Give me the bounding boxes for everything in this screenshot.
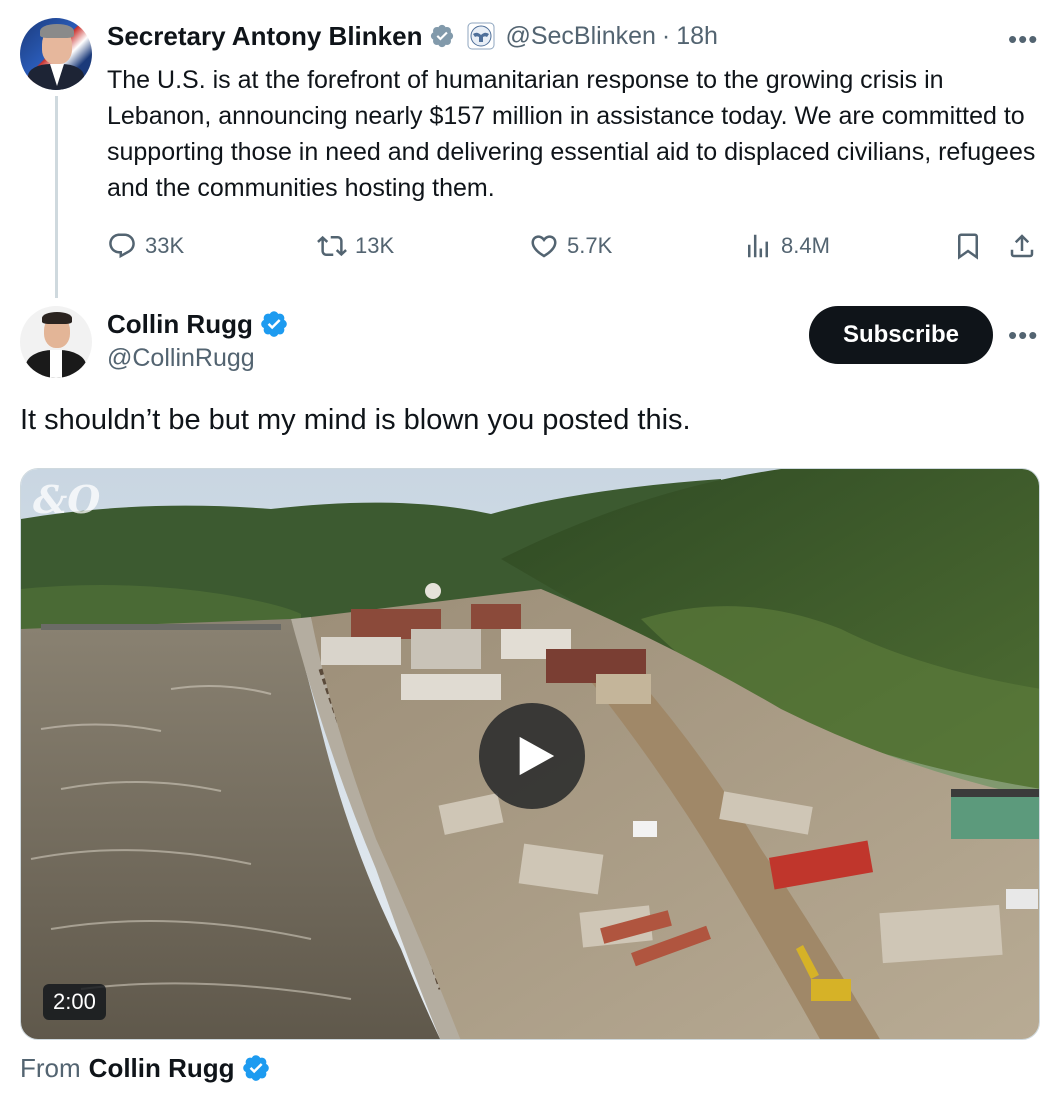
parent-time-separator: · [661, 21, 671, 50]
repost-button[interactable]: 13K [317, 228, 394, 264]
parent-author-name[interactable]: Secretary Antony Blinken [107, 21, 422, 52]
parent-tweet-time[interactable]: 18h [676, 22, 718, 51]
from-author-name[interactable]: Collin Rugg [89, 1053, 235, 1084]
main-author-name-row: Collin Rugg [107, 306, 289, 342]
collin-rugg-avatar[interactable] [20, 306, 92, 378]
play-icon [519, 736, 555, 776]
parent-more-options-icon[interactable]: ••• [1008, 26, 1038, 52]
main-tweet-text: It shouldn’t be but my mind is blown you… [20, 404, 691, 436]
bookmark-button[interactable] [953, 228, 983, 264]
views-count: 8.4M [781, 233, 830, 258]
reply-count: 33K [145, 233, 185, 258]
share-icon [1010, 234, 1034, 258]
verified-badge-icon [241, 1053, 271, 1083]
from-attribution: From Collin Rugg [20, 1050, 271, 1086]
video-watermark-logo: &O [33, 477, 101, 522]
video-player[interactable]: &O 2:00 [20, 468, 1040, 1040]
thread-line [55, 96, 58, 298]
repost-count: 13K [355, 233, 395, 258]
parent-tweet: Secretary Antony Blinken @SecBlinken · 1… [0, 0, 1050, 300]
verified-badge-icon [259, 309, 289, 339]
views-button[interactable]: 8.4M [743, 228, 830, 264]
analytics-icon [748, 234, 768, 258]
government-verified-badge-icon [429, 23, 455, 49]
repost-icon [317, 235, 347, 257]
bookmark-icon [958, 233, 978, 260]
reply-button[interactable]: 33K [107, 228, 184, 264]
parent-tweet-text: The U.S. is at the forefront of humanita… [107, 66, 1036, 202]
parent-author-handle[interactable]: @SecBlinken [505, 22, 655, 51]
main-author-handle[interactable]: @CollinRugg [107, 344, 255, 373]
play-button[interactable] [479, 703, 585, 809]
like-count: 5.7K [567, 233, 613, 258]
video-duration: 2:00 [43, 984, 106, 1020]
subscribe-button[interactable]: Subscribe [809, 306, 993, 364]
main-author-name[interactable]: Collin Rugg [107, 309, 253, 340]
reply-icon [109, 233, 135, 259]
main-more-options-icon[interactable]: ••• [1008, 322, 1038, 348]
state-department-seal-icon [467, 22, 495, 50]
parent-action-bar: 33K 13K 5.7K 8.4M [107, 228, 1042, 264]
from-label: From [20, 1052, 81, 1083]
parent-tweet-header: Secretary Antony Blinken @SecBlinken · 1… [107, 20, 718, 52]
heart-icon [531, 235, 557, 258]
share-button[interactable] [1007, 228, 1037, 264]
like-button[interactable]: 5.7K [529, 228, 612, 264]
blinken-avatar[interactable] [20, 18, 92, 90]
